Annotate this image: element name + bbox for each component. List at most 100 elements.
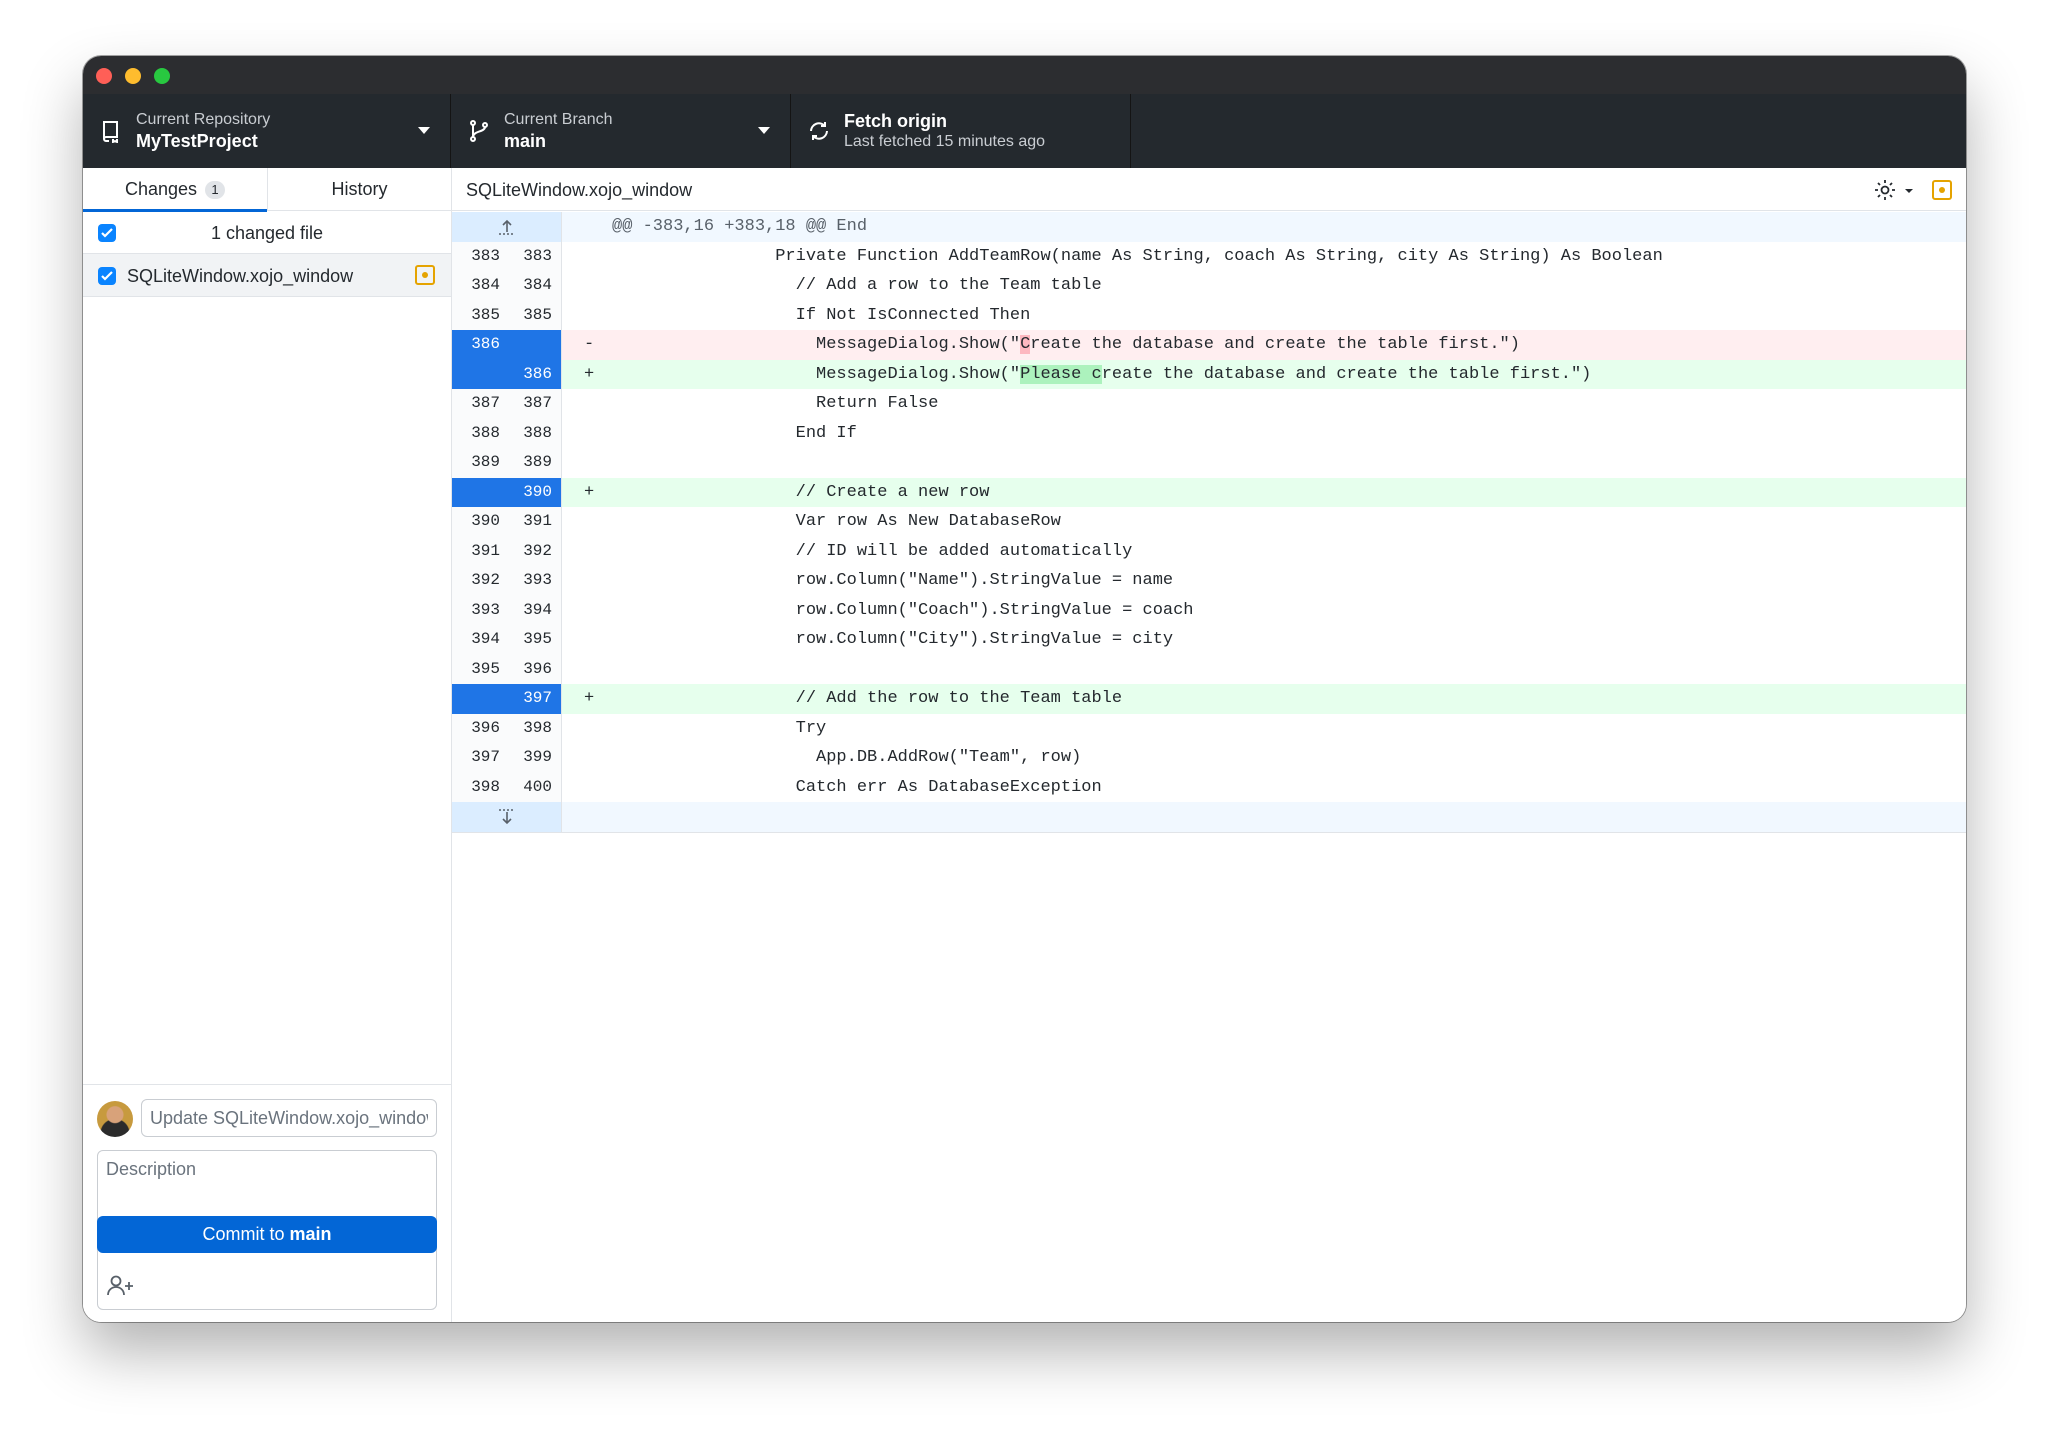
minimize-window-button[interactable] [125, 68, 141, 84]
commit-summary-input[interactable] [141, 1099, 437, 1137]
diff-gutter[interactable]: 393 394 [452, 595, 562, 625]
diff-gutter[interactable]: 395 396 [452, 654, 562, 684]
tab-history[interactable]: History [267, 168, 451, 211]
new-line-number: 399 [523, 748, 552, 766]
diff-gutter[interactable]: 390 [452, 477, 562, 507]
diff-line-context[interactable]: 384 384 // Add a row to the Team table [452, 271, 1966, 301]
new-line-number: 385 [523, 305, 552, 324]
code-text: Var row As New DatabaseRow [612, 512, 1061, 531]
diff-line-added[interactable]: 390 + // Create a new row [452, 477, 1966, 507]
code-text-segment: reate the database and create the table … [1030, 335, 1520, 354]
code-text-segment: MessageDialog.Show(" [612, 364, 1021, 384]
close-window-button[interactable] [96, 68, 112, 84]
expand-up-icon[interactable] [495, 218, 519, 236]
diff-gutter[interactable]: 386 [452, 330, 562, 360]
diff-gutter[interactable]: 385 385 [452, 300, 562, 330]
diff-line-context[interactable]: 394 395 row.Column("City").StringValue = … [452, 625, 1966, 655]
diff-sign: - [584, 335, 595, 354]
new-line-number: 394 [523, 600, 552, 619]
code-text: // Add a row to the Team table [612, 276, 1102, 295]
diff-line-context[interactable]: 392 393 row.Column("Name").StringValue = … [452, 566, 1966, 596]
diff-lines: 383 383 Private Function AddTeamRow(name … [452, 241, 1966, 802]
diff-line-context[interactable]: 387 387 Return False [452, 389, 1966, 419]
old-line-number: 386 [471, 335, 500, 353]
diff-gutter[interactable]: 390 391 [452, 507, 562, 537]
diff-line-added[interactable]: 386 + MessageDialog.Show("Please create t… [452, 359, 1966, 389]
diff-line-context[interactable]: 393 394 row.Column("Coach").StringValue =… [452, 595, 1966, 625]
sidebar: Changes 1 History 1 changed file SQLiteW… [83, 168, 452, 1322]
tab-changes[interactable]: Changes 1 [83, 168, 267, 212]
file-modified-icon [415, 265, 435, 285]
file-name: SQLiteWindow.xojo_window [127, 266, 354, 286]
diff-line-context[interactable]: 383 383 Private Function AddTeamRow(name … [452, 241, 1966, 271]
code-text: // Add the row to the Team table [612, 689, 1123, 708]
expand-down-icon[interactable] [495, 808, 519, 826]
diff-gutter[interactable]: 398 400 [452, 772, 562, 802]
diff-panel: SQLiteWindow.xojo_window @@ -383,16 +383… [452, 168, 1966, 1322]
diff-gutter[interactable]: 386 [452, 359, 562, 389]
file-include-checkbox[interactable] [98, 267, 116, 285]
list-item[interactable]: SQLiteWindow.xojo_window [83, 254, 451, 297]
diff-gutter [452, 212, 562, 242]
diff-sign: + [584, 689, 595, 708]
code-text: Private Function AddTeamRow(name As Stri… [612, 246, 1663, 266]
code-text: row.Column("City").StringValue = city [612, 630, 1174, 649]
diff-gutter[interactable]: 397 399 [452, 743, 562, 773]
changed-files-count: 1 changed file [210, 223, 324, 243]
toolbar: Current Repository MyTestProject Current… [83, 94, 1966, 168]
zoom-window-button[interactable] [154, 68, 170, 84]
diff-line-context[interactable]: 388 388 End If [452, 418, 1966, 448]
diff-line-context[interactable]: 398 400 Catch err As DatabaseException [452, 772, 1966, 802]
diff-gutter[interactable]: 397 [452, 684, 562, 714]
commit-button[interactable]: Commit to main [97, 1216, 437, 1253]
code-text-segment: MessageDialog.Show(" [612, 335, 1021, 354]
tab-history-label: History [331, 179, 388, 199]
chevron-down-icon [418, 127, 430, 134]
code-text: Catch err As DatabaseException [612, 777, 1102, 797]
sync-icon [810, 122, 828, 140]
diff-gutter[interactable]: 388 388 [452, 418, 562, 448]
code-changed-segment: Please c [1020, 364, 1102, 384]
repository-label: Current Repository [136, 111, 271, 128]
diff-line-context[interactable]: 391 392 // ID will be added automatically [452, 536, 1966, 566]
diff-gutter[interactable]: 387 387 [452, 389, 562, 419]
diff-line-context[interactable]: 395 396 [452, 654, 1966, 684]
diff-line-context[interactable]: 396 398 Try [452, 713, 1966, 743]
diff-line-context[interactable]: 397 399 App.DB.AddRow("Team", row) [452, 743, 1966, 773]
diff-line-added[interactable]: 397 + // Add the row to the Team table [452, 684, 1966, 714]
old-line-number: 393 [471, 600, 500, 619]
gear-icon[interactable] [1874, 178, 1914, 202]
add-coauthor-icon[interactable] [106, 1273, 134, 1297]
app-window: Current Repository MyTestProject Current… [83, 56, 1966, 1322]
fetch-origin-button[interactable]: Fetch origin Last fetched 15 minutes ago [791, 94, 1131, 168]
diff-gutter[interactable]: 396 398 [452, 713, 562, 743]
diff-gutter[interactable]: 392 393 [452, 566, 562, 596]
branch-name: main [504, 131, 547, 151]
hunk-footer-row [452, 802, 1966, 832]
chevron-down-icon [758, 127, 770, 134]
code-text: row.Column("Name").StringValue = name [612, 571, 1174, 590]
title-bar [83, 56, 1966, 94]
diff-gutter[interactable]: 389 389 [452, 448, 562, 478]
commit-description-input[interactable] [98, 1151, 436, 1271]
diff-line-removed[interactable]: 386 - MessageDialog.Show("Create the data… [452, 330, 1966, 360]
diff-gutter[interactable]: 383 383 [452, 241, 562, 271]
diff-line-context[interactable]: 390 391 Var row As New DatabaseRow [452, 507, 1966, 537]
diff-line-context[interactable]: 389 389 [452, 448, 1966, 478]
diff-gutter [452, 802, 562, 832]
fetch-origin-label: Fetch origin [844, 111, 947, 131]
diff-gutter[interactable]: 391 392 [452, 536, 562, 566]
diff-line-context[interactable]: 385 385 If Not IsConnected Then [452, 300, 1966, 330]
branch-label: Current Branch [504, 111, 613, 128]
old-line-number: 398 [471, 777, 500, 796]
current-branch-button[interactable]: Current Branch main [451, 94, 791, 168]
tab-changes-label: Changes [124, 179, 198, 199]
current-repository-button[interactable]: Current Repository MyTestProject [83, 94, 451, 168]
new-line-number: 383 [523, 246, 552, 265]
diff-gutter[interactable]: 394 395 [452, 625, 562, 655]
diff-gutter[interactable]: 384 384 [452, 271, 562, 301]
diff-header: SQLiteWindow.xojo_window [452, 168, 1966, 211]
code-text: End If [612, 423, 857, 443]
old-line-number: 384 [471, 276, 500, 294]
file-modified-icon [1932, 180, 1952, 200]
